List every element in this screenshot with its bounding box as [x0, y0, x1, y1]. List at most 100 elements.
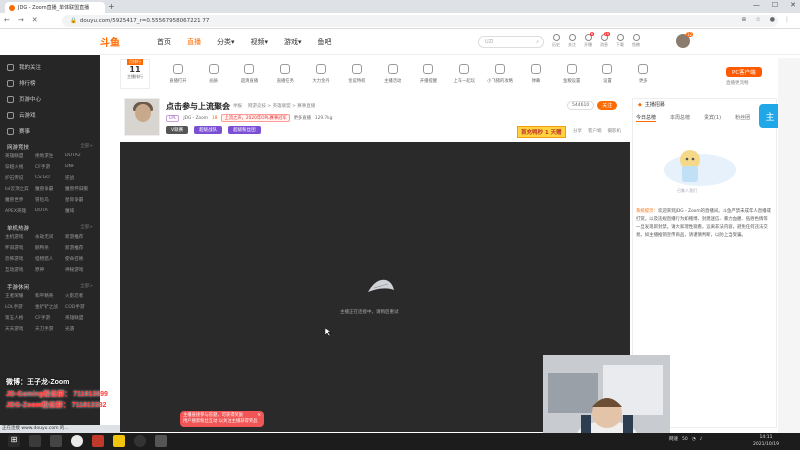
league-badge[interactable]: V联赛 — [166, 126, 189, 134]
game-link[interactable]: 金铲铲之战 — [35, 304, 65, 310]
windows-start-icon[interactable]: ⊞ — [8, 435, 20, 447]
pc-client-button[interactable]: PC客户端 — [726, 67, 762, 77]
game-link[interactable]: 新游推荐 — [65, 234, 95, 240]
star-icon[interactable]: ☆ — [755, 16, 760, 23]
douyu-logo[interactable]: 斗鱼 — [100, 34, 120, 49]
tool-task[interactable]: 直播任务 — [267, 64, 303, 84]
first-charge-button[interactable]: 首充鸭秒 1 天赠 — [517, 126, 566, 138]
game-link[interactable]: COD手游 — [65, 304, 95, 310]
close-icon[interactable]: ✕ — [790, 1, 796, 9]
new-tab-button[interactable]: + — [108, 2, 115, 11]
tool-more[interactable]: 更多 — [625, 64, 661, 84]
fan-club-badge[interactable]: 超级粉丝团 — [228, 126, 261, 134]
streamer-avatar[interactable] — [124, 98, 160, 136]
search-icon[interactable]: ⌕ — [536, 39, 539, 45]
settings-icon[interactable] — [155, 435, 167, 447]
folder-icon[interactable] — [113, 435, 125, 447]
game-link[interactable]: 逆战 — [65, 175, 95, 181]
game-link[interactable]: 怀旧游戏 — [5, 245, 35, 251]
game-link[interactable]: 魔兽世界 — [5, 197, 35, 203]
game-link[interactable]: 天天游戏 — [5, 326, 35, 332]
game-link[interactable]: DOTA — [35, 208, 65, 214]
task-view-icon[interactable] — [50, 435, 62, 447]
game-link[interactable]: CS:GO — [35, 175, 65, 181]
streamer-name[interactable]: JDG - Zoom — [183, 116, 208, 121]
nav-category[interactable]: 分类▾ — [217, 37, 235, 47]
game-link[interactable]: 穿越火线 — [5, 164, 35, 170]
chrome-icon[interactable] — [71, 435, 83, 447]
back-icon[interactable]: ← — [4, 16, 10, 24]
game-link[interactable]: 原神 — [35, 267, 65, 273]
tool-reminder[interactable]: 开播提醒 — [411, 64, 447, 84]
tool-guide[interactable]: 小飞猪的攻略 — [482, 64, 518, 84]
game-link[interactable]: DNF — [65, 164, 95, 170]
fishfood-button[interactable]: 鱼粮 — [632, 34, 640, 48]
app-icon[interactable] — [92, 435, 104, 447]
tool-hd[interactable]: 超清直播 — [232, 64, 268, 84]
game-link[interactable]: 炉石传说 — [5, 175, 35, 181]
sidebar-item-cloudgame[interactable]: 云游戏 — [0, 107, 100, 123]
game-link[interactable]: 互动游戏 — [5, 267, 35, 273]
more-link[interactable]: 全部> — [80, 143, 93, 151]
game-link[interactable]: 和平精英 — [35, 293, 65, 299]
game-link[interactable]: lol云顶之弈 — [5, 186, 35, 192]
sidebar-item-follow[interactable]: 我的关注 — [0, 59, 100, 75]
team-badge[interactable]: 超级战队 — [194, 126, 223, 134]
nav-fishbar[interactable]: 鱼吧 — [318, 37, 332, 47]
game-link[interactable]: 魔兽争霸 — [35, 186, 65, 192]
search-icon[interactable] — [29, 435, 41, 447]
tool-activity[interactable]: 主播活动 — [375, 64, 411, 84]
client-button[interactable]: 客户端 — [588, 128, 602, 134]
game-link[interactable]: 冒险岛 — [35, 197, 65, 203]
volume-icon[interactable]: ♪ — [700, 437, 703, 442]
live-start-button[interactable]: 6 开播 — [584, 32, 594, 48]
game-link[interactable]: LOL手游 — [5, 304, 35, 310]
url-field[interactable]: 🔒 douyu.com/5925417_r=0.55567958067221 7… — [62, 15, 778, 27]
nav-home[interactable]: 首页 — [157, 37, 171, 47]
minimize-icon[interactable]: — — [753, 1, 760, 9]
tool-danmaku[interactable]: 弹幕 — [518, 64, 554, 84]
game-link[interactable]: 怪物猎人 — [35, 256, 65, 262]
game-link[interactable]: 恐怖游戏 — [5, 256, 35, 262]
tool-pill[interactable]: 大力金丹 — [303, 64, 339, 84]
game-link[interactable]: 主机游戏 — [5, 234, 35, 240]
game-link[interactable]: 魔域 — [65, 208, 95, 214]
forward-icon[interactable]: → — [18, 16, 24, 24]
game-link[interactable]: CF手游 — [35, 315, 65, 321]
sidebar-item-webgame[interactable]: 页游中心 — [0, 91, 100, 107]
game-link[interactable]: 天刀手游 — [35, 326, 65, 332]
follow-button[interactable]: 关注 — [568, 34, 576, 48]
rank-widget[interactable]: 月排行 11 主播排行 — [120, 59, 150, 89]
tool-settings[interactable]: 设置 — [590, 64, 626, 84]
game-link[interactable]: APEX英雄 — [5, 208, 35, 214]
game-link[interactable]: 鹅鸭杀 — [35, 245, 65, 251]
game-link[interactable]: 光遇 — [65, 326, 95, 332]
game-link[interactable]: 英雄联盟 — [5, 153, 35, 159]
game-link[interactable]: 星际争霸 — [65, 197, 95, 203]
game-link[interactable]: 神秘游戏 — [65, 267, 95, 273]
game-link[interactable]: CF手游 — [35, 164, 65, 170]
obs-icon[interactable] — [134, 435, 146, 447]
maximize-icon[interactable]: ☐ — [772, 1, 778, 9]
tab-today-rank[interactable]: 今日总榜 — [636, 114, 657, 122]
message-button[interactable]: 20 消息 — [600, 32, 610, 48]
browser-tab[interactable]: JDG - Zoom直播_单体联盟直播 — [5, 2, 105, 13]
tab-fan-club[interactable]: 粉丝团 — [735, 114, 750, 122]
event-toast[interactable]: 主播直接参与答题，可获得奖励 用户搜索粉丝互动 以关注主播获得奖品 ✕ — [180, 411, 264, 427]
translate-icon[interactable]: ⊕ — [741, 16, 746, 23]
share-button[interactable]: 分享 — [573, 128, 582, 134]
search-input[interactable]: UZI ⌕ — [478, 36, 544, 48]
game-link[interactable]: 魔兽怀旧服 — [65, 186, 95, 192]
game-link[interactable]: 新游推荐 — [65, 245, 95, 251]
wifi-icon[interactable]: ◔ — [692, 437, 696, 442]
sidebar-item-rank[interactable]: 排行榜 — [0, 75, 100, 91]
taskbar-clock[interactable]: 14:11 2021/10/19 — [753, 434, 779, 448]
game-link[interactable]: DOTA2 — [65, 153, 95, 159]
tab-week-rank[interactable]: 本周总榜 — [670, 114, 690, 122]
extension-icon[interactable]: ● — [770, 16, 775, 23]
sidebar-item-match[interactable]: 赛事 — [0, 123, 100, 139]
menu-icon[interactable]: ⋮ — [784, 16, 790, 23]
camera-button[interactable]: 摄影机 — [608, 128, 622, 134]
game-link[interactable]: 火影忍者 — [65, 293, 95, 299]
game-link[interactable]: 使命召唤 — [65, 256, 95, 262]
